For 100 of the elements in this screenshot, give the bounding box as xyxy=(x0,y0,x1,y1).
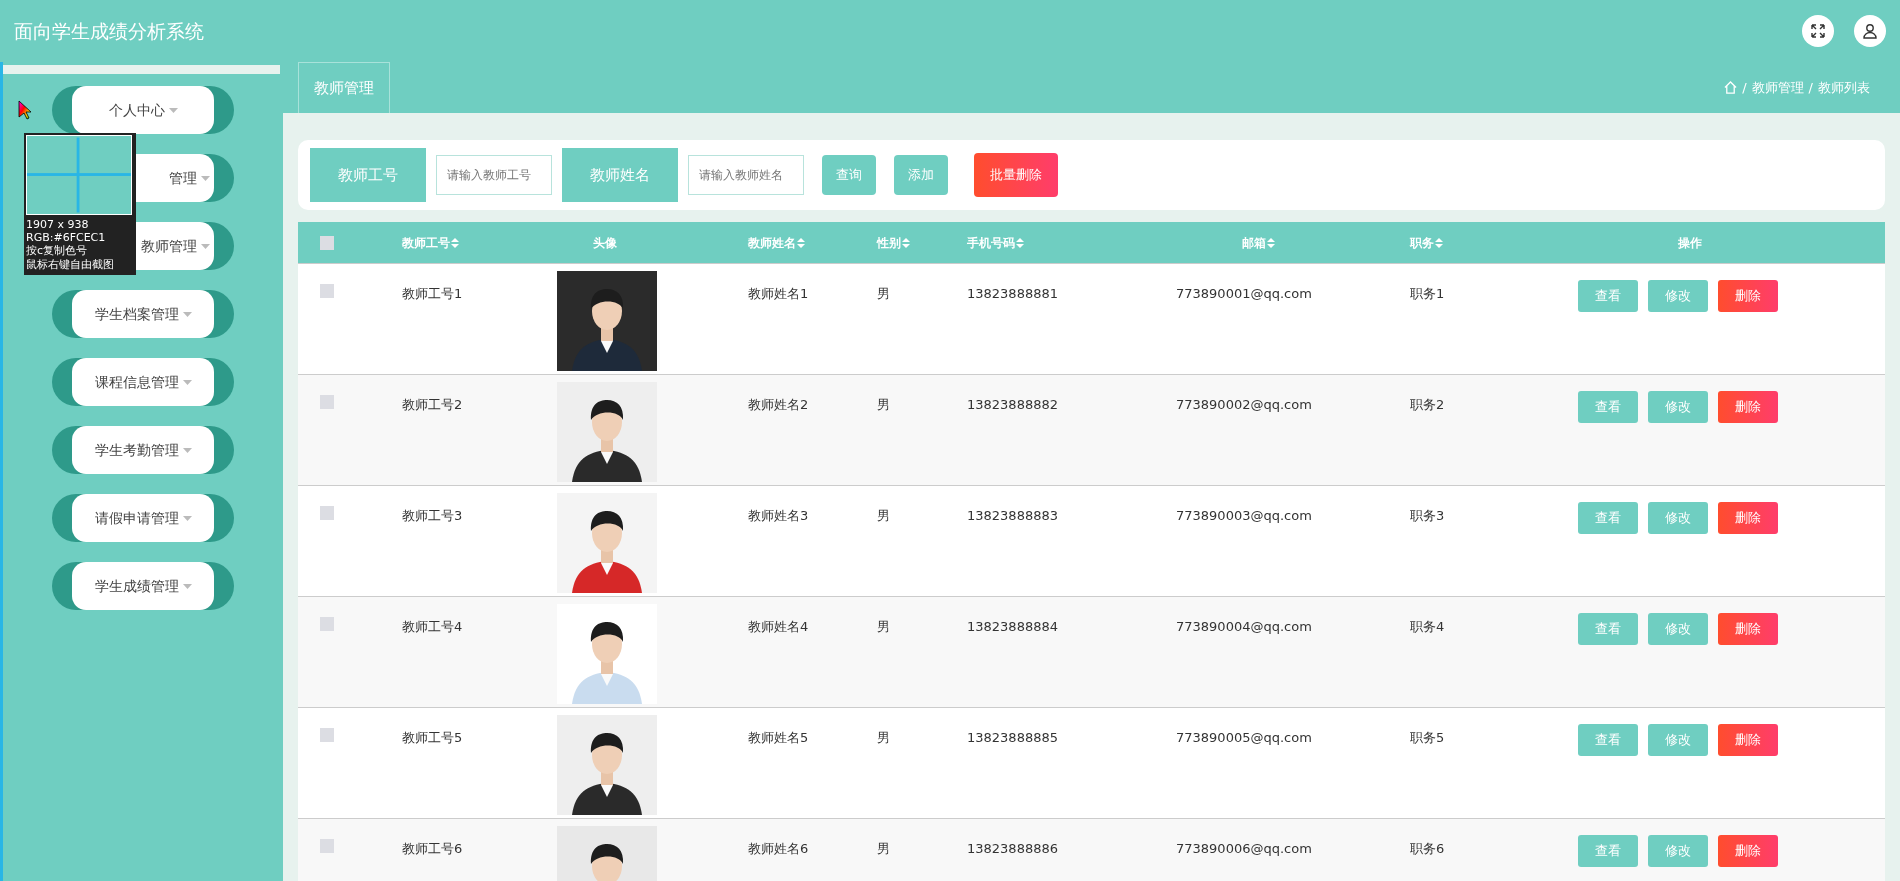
table-cell: 职务6 xyxy=(1410,841,1445,856)
sort-icon[interactable] xyxy=(797,237,805,248)
column-header[interactable]: 性别 xyxy=(877,233,901,252)
action-button[interactable]: 修改 xyxy=(1648,391,1708,423)
table-cell: 教师姓名2 xyxy=(748,397,809,412)
home-icon[interactable] xyxy=(1724,81,1738,94)
column-header[interactable]: 职务 xyxy=(1410,233,1434,252)
column-header[interactable]: 邮箱 xyxy=(1242,233,1266,252)
batch-delete-button[interactable]: 批量删除 xyxy=(974,153,1058,197)
table-cell: 773890004@qq.com xyxy=(1176,619,1312,634)
delete-button[interactable]: 删除 xyxy=(1718,502,1778,534)
cursor-icon xyxy=(18,100,32,120)
table-cell: 职务4 xyxy=(1410,619,1445,634)
sort-icon[interactable] xyxy=(451,237,459,248)
sort-icon[interactable] xyxy=(902,237,910,248)
delete-button[interactable]: 删除 xyxy=(1718,280,1778,312)
table-cell: 男 xyxy=(877,841,890,856)
table-cell: 教师姓名3 xyxy=(748,508,809,523)
column-header[interactable]: 教师工号 xyxy=(402,233,450,252)
caret-icon xyxy=(182,583,192,589)
breadcrumb-link[interactable]: 教师列表 xyxy=(1818,77,1870,98)
caret-icon xyxy=(201,175,210,181)
action-button[interactable]: 修改 xyxy=(1648,724,1708,756)
table-cell: 13823888883 xyxy=(967,508,1058,523)
field-label: 教师姓名 xyxy=(562,148,678,202)
table-cell: 教师工号1 xyxy=(402,286,463,301)
sort-icon[interactable] xyxy=(1016,237,1024,248)
table-cell: 13823888884 xyxy=(967,619,1058,634)
breadcrumb-link[interactable]: 教师管理 xyxy=(1751,77,1804,98)
table-cell: 男 xyxy=(877,397,890,412)
action-button[interactable]: 修改 xyxy=(1648,613,1708,645)
page-tab[interactable]: 教师管理 xyxy=(298,62,390,113)
menu-item[interactable]: 个人中心 xyxy=(52,86,234,134)
table-cell: 男 xyxy=(877,286,890,301)
delete-button[interactable]: 删除 xyxy=(1718,391,1778,423)
fullscreen-icon[interactable] xyxy=(1802,15,1834,47)
checkbox[interactable] xyxy=(320,839,334,853)
menu-item[interactable]: 学生成绩管理 xyxy=(52,562,234,610)
action-button[interactable]: 查看 xyxy=(1578,502,1638,534)
menu-item[interactable]: 学生档案管理 xyxy=(52,290,234,338)
table-cell: 职务3 xyxy=(1410,508,1445,523)
table-cell: 教师工号6 xyxy=(402,841,463,856)
search-field[interactable]: 请输入教师姓名 xyxy=(688,155,804,195)
table-cell: 教师工号5 xyxy=(402,730,463,745)
action-button[interactable]: 查询 xyxy=(822,155,876,195)
caret-icon xyxy=(182,515,192,521)
action-button[interactable]: 查看 xyxy=(1578,280,1638,312)
table-cell: 13823888882 xyxy=(967,397,1058,412)
action-button[interactable]: 添加 xyxy=(894,155,948,195)
column-header[interactable]: 手机号码 xyxy=(967,233,1015,252)
table-cell: 教师工号4 xyxy=(402,619,463,634)
checkbox[interactable] xyxy=(320,617,334,631)
action-button[interactable]: 查看 xyxy=(1578,613,1638,645)
table-cell: 教师姓名5 xyxy=(748,730,809,745)
caret-icon xyxy=(182,311,192,317)
breadcrumb-separator: / xyxy=(1808,78,1813,97)
table-cell: 男 xyxy=(877,508,890,523)
table-cell: 男 xyxy=(877,730,890,745)
action-button[interactable]: 查看 xyxy=(1578,835,1638,867)
column-header[interactable]: 教师姓名 xyxy=(748,233,796,252)
breadcrumb-separator: / xyxy=(1742,78,1747,97)
table-cell: 教师工号2 xyxy=(402,397,463,412)
menu-item[interactable]: 学生考勤管理 xyxy=(52,426,234,474)
table-cell: 773890002@qq.com xyxy=(1176,397,1312,412)
menu-item[interactable]: 课程信息管理 xyxy=(52,358,234,406)
table-cell: 教师工号3 xyxy=(402,508,463,523)
table-cell: 职务2 xyxy=(1410,397,1445,412)
action-button[interactable]: 修改 xyxy=(1648,280,1708,312)
action-button[interactable]: 查看 xyxy=(1578,391,1638,423)
table-cell: 男 xyxy=(877,619,890,634)
caret-icon xyxy=(201,243,210,249)
checkbox[interactable] xyxy=(320,284,334,298)
delete-button[interactable]: 删除 xyxy=(1718,724,1778,756)
app-title: 面向学生成绩分析系统 xyxy=(14,18,204,44)
column-header: 头像 xyxy=(593,234,617,252)
field-label: 教师工号 xyxy=(310,148,426,202)
delete-button[interactable]: 删除 xyxy=(1718,835,1778,867)
checkbox[interactable] xyxy=(320,235,334,250)
table-cell: 773890005@qq.com xyxy=(1176,730,1312,745)
search-field[interactable]: 请输入教师工号 xyxy=(436,155,552,195)
table-cell: 教师姓名1 xyxy=(748,286,809,301)
table-cell: 773890003@qq.com xyxy=(1176,508,1312,523)
table-cell: 职务1 xyxy=(1410,286,1445,301)
caret-icon xyxy=(168,107,178,113)
sort-icon[interactable] xyxy=(1267,237,1275,248)
user-icon[interactable] xyxy=(1854,15,1886,47)
sort-icon[interactable] xyxy=(1435,237,1443,248)
table-cell: 13823888885 xyxy=(967,730,1058,745)
checkbox[interactable] xyxy=(320,506,334,520)
table-cell: 教师姓名4 xyxy=(748,619,809,634)
delete-button[interactable]: 删除 xyxy=(1718,613,1778,645)
checkbox[interactable] xyxy=(320,395,334,409)
action-button[interactable]: 修改 xyxy=(1648,502,1708,534)
table-cell: 773890001@qq.com xyxy=(1176,286,1312,301)
menu-item[interactable]: 请假申请管理 xyxy=(52,494,234,542)
action-button[interactable]: 修改 xyxy=(1648,835,1708,867)
table-cell: 13823888886 xyxy=(967,841,1058,856)
checkbox[interactable] xyxy=(320,728,334,742)
table-cell: 教师姓名6 xyxy=(748,841,809,856)
action-button[interactable]: 查看 xyxy=(1578,724,1638,756)
